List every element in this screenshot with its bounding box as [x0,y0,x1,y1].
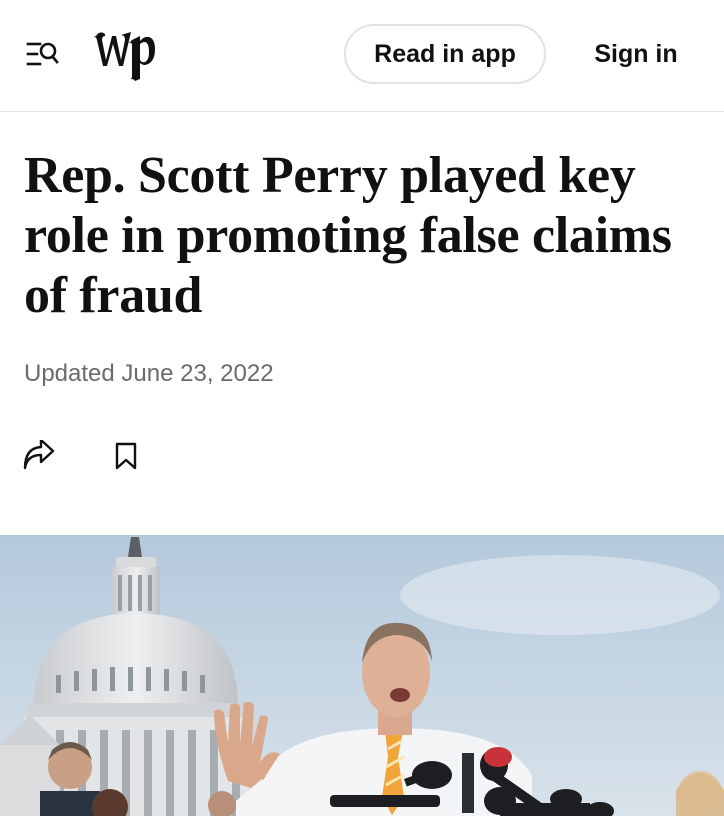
article-timestamp: Updated June 23, 2022 [24,360,274,387]
wp-logo[interactable] [92,26,156,82]
article-headline: Rep. Scott Perry played key role in prom… [24,147,672,324]
wp-logo-icon [93,32,155,81]
menu-search-button[interactable] [24,38,60,72]
sign-in-button[interactable]: Sign in [584,24,688,84]
article-photo [0,535,724,816]
menu-search-icon [26,42,59,66]
site-header: Read in app Sign in [0,0,724,112]
share-button[interactable] [22,438,56,472]
read-in-app-button[interactable]: Read in app [344,24,546,84]
bookmark-icon [115,442,137,470]
bookmark-button[interactable] [113,441,139,471]
news-photo [0,535,724,816]
share-icon [23,438,55,470]
